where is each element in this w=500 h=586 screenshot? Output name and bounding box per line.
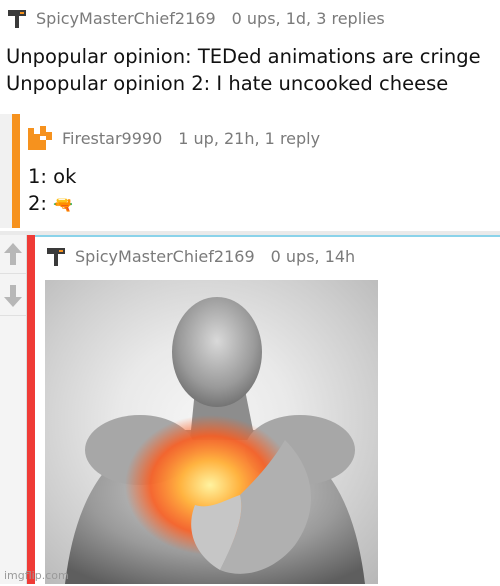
- arrow-up-icon: [4, 243, 22, 265]
- watermark: imgflip.com: [4, 569, 69, 582]
- hammer-icon[interactable]: [45, 245, 67, 267]
- meme-image[interactable]: [45, 280, 378, 584]
- arrow-down-icon: [4, 285, 22, 307]
- comment-line: Unpopular opinion: TEDed animations are …: [6, 45, 481, 68]
- username[interactable]: SpicyMasterChief2169: [36, 9, 216, 28]
- comment-1: SpicyMasterChief2169 0 ups, 1d, 3 replie…: [0, 0, 500, 112]
- comment-line: Unpopular opinion 2: I hate uncooked che…: [6, 72, 449, 95]
- comment-body: Unpopular opinion: TEDed animations are …: [6, 43, 481, 97]
- comment-line: 2: 🔫: [28, 192, 74, 215]
- thread-line[interactable]: [27, 235, 35, 584]
- comment-stats: 0 ups, 14h: [270, 246, 356, 266]
- comment-line: 1: ok: [28, 165, 77, 188]
- comment-1-meta: SpicyMasterChief2169 0 ups, 1d, 3 replie…: [6, 7, 385, 29]
- upvote-button[interactable]: [0, 235, 26, 274]
- thread-gutter: [0, 114, 12, 228]
- comment-2: Firestar9990 1 up, 21h, 1 reply 1: ok 2:…: [0, 114, 500, 228]
- username[interactable]: Firestar9990: [62, 129, 162, 148]
- comment-stats: 0 ups, 1d, 3 replies: [231, 8, 385, 28]
- comment-3-meta: SpicyMasterChief2169 0 ups, 14h: [45, 245, 355, 267]
- heartburn-figure-icon: [65, 297, 365, 584]
- gun-emoji-icon: 🔫: [53, 195, 74, 214]
- hammer-icon[interactable]: [6, 7, 28, 29]
- thread-line[interactable]: [12, 114, 20, 228]
- comment-stats: 1 up, 21h, 1 reply: [178, 128, 321, 148]
- comment-body: 1: ok 2: 🔫: [28, 163, 76, 218]
- comment-2-meta: Firestar9990 1 up, 21h, 1 reply: [28, 126, 320, 150]
- vote-column: [0, 235, 27, 584]
- downvote-button[interactable]: [0, 277, 26, 316]
- username[interactable]: SpicyMasterChief2169: [75, 247, 255, 266]
- orange-pixel-avatar-icon[interactable]: [28, 126, 52, 150]
